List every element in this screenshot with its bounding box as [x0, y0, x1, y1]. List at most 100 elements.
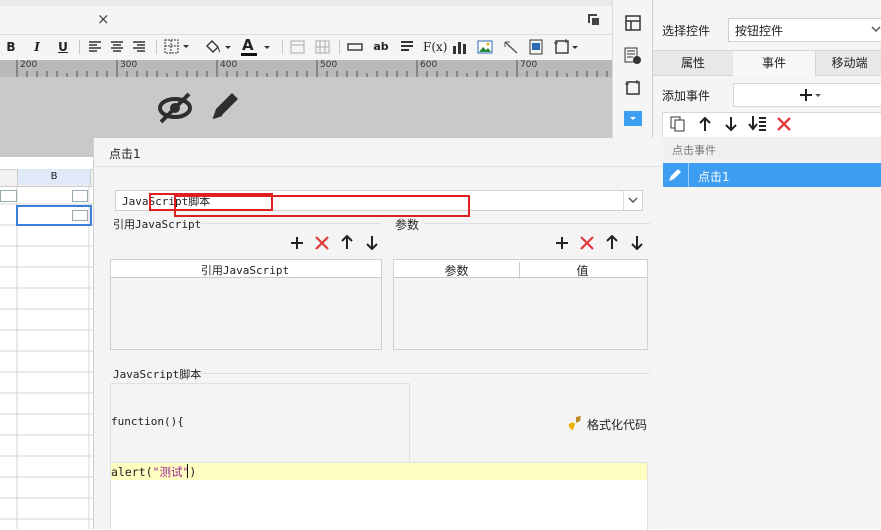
move-up-icon[interactable]: [606, 234, 618, 253]
cell-button-widget[interactable]: [72, 210, 88, 221]
move-up-icon[interactable]: [698, 116, 712, 135]
code-current-line: alert("测试"): [111, 463, 647, 480]
ruler-label: 200: [20, 60, 38, 70]
widget-icon[interactable]: [529, 39, 543, 58]
selected-cell[interactable]: [16, 205, 92, 226]
select-control-value: 按钮控件: [735, 24, 784, 38]
align-right-icon[interactable]: [132, 40, 146, 57]
delete-icon[interactable]: [315, 236, 329, 253]
align-center-icon[interactable]: [110, 40, 124, 57]
ruler-label: 600: [420, 60, 438, 70]
section-divider: [200, 373, 650, 374]
chevron-down-icon: [623, 191, 642, 210]
border-icon[interactable]: [164, 39, 192, 58]
add-event-button[interactable]: [733, 83, 881, 107]
edit-pencil-icon[interactable]: [662, 163, 689, 187]
text-field-icon[interactable]: [347, 41, 363, 56]
merge-cells-icon: [290, 40, 306, 57]
cell-button-widget[interactable]: [0, 190, 17, 202]
move-down-icon[interactable]: [366, 235, 378, 253]
hide-eye-icon[interactable]: [157, 91, 193, 128]
function-header: function(){: [111, 415, 184, 428]
plus-dropdown-icon: [799, 88, 823, 105]
add-icon[interactable]: [555, 236, 569, 253]
chevron-down-icon: [869, 23, 881, 38]
code-editor[interactable]: alert("测试"): [110, 462, 648, 530]
ruler-label: 300: [120, 60, 138, 70]
event-dialog: 点击1 JavaScript脚本 引用JavaScript 参数 引用JavaS…: [93, 138, 663, 530]
split-cells-icon: [315, 40, 331, 57]
image-icon[interactable]: [477, 40, 493, 57]
toolbar-divider: [79, 40, 80, 54]
move-down-icon[interactable]: [724, 116, 738, 135]
ref-js-table-header: 引用JavaScript: [111, 260, 381, 278]
italic-button[interactable]: I: [30, 38, 44, 56]
move-up-icon[interactable]: [341, 234, 353, 253]
ref-js-col-header: 引用JavaScript: [200, 264, 290, 277]
events-header: 点击事件: [662, 137, 881, 161]
param-col-header: 参数: [394, 262, 520, 279]
bold-button[interactable]: B: [4, 38, 18, 56]
script-header-box: function(){: [110, 383, 410, 463]
copy-icon[interactable]: [670, 116, 686, 135]
params-label: 参数: [395, 218, 420, 232]
tab-events[interactable]: 事件: [733, 51, 815, 76]
collapse-toolbar-icon[interactable]: [586, 12, 600, 29]
frame-select-icon[interactable]: [624, 79, 642, 100]
add-icon[interactable]: [290, 236, 304, 253]
ruler-label: 400: [220, 60, 238, 70]
dropdown-widget-icon[interactable]: [624, 111, 642, 126]
section-divider: [202, 223, 380, 224]
move-bottom-icon[interactable]: [748, 115, 768, 136]
tab-bar: ×: [0, 6, 612, 35]
panel-tabs: 属性 事件 移动端: [653, 50, 881, 76]
brush-icon: [568, 416, 581, 430]
dialog-title-bar: 点击1: [94, 138, 663, 167]
widget-list-icon[interactable]: [624, 47, 642, 68]
params-table: 参数 值: [393, 259, 648, 350]
event-item[interactable]: 点击1: [662, 163, 881, 187]
event-item-label: 点击1: [698, 170, 730, 184]
code-string: "测试": [152, 465, 190, 479]
highlight-box: [174, 195, 470, 217]
events-header-label: 点击事件: [672, 144, 716, 157]
toolbar-divider: [156, 40, 157, 54]
code-close: ): [189, 465, 197, 479]
spreadsheet-grid: B: [0, 157, 93, 529]
add-event-label: 添加事件: [662, 89, 711, 103]
toolbar-divider: [339, 40, 340, 54]
vertical-tool-strip: [612, 0, 653, 140]
text-area-icon[interactable]: [400, 40, 414, 57]
frame-icon[interactable]: [554, 39, 580, 58]
label-icon[interactable]: ab: [371, 38, 391, 56]
code-line: alert("测试"): [111, 464, 196, 480]
fill-color-icon[interactable]: [203, 38, 233, 59]
select-control-dropdown[interactable]: 按钮控件: [728, 18, 881, 42]
move-down-icon[interactable]: [631, 235, 643, 253]
value-col-header: 值: [576, 264, 589, 278]
text-cursor: [187, 464, 188, 478]
layout-icon[interactable]: [624, 14, 642, 35]
edit-pencil-icon[interactable]: [208, 91, 242, 126]
delete-icon[interactable]: [580, 236, 594, 253]
properties-panel: 选择控件 按钮控件 属性 事件 移动端 添加事件 点击事件 点击1: [652, 0, 881, 529]
ref-js-label: 引用JavaScript: [113, 218, 202, 231]
delete-icon[interactable]: [776, 116, 792, 135]
font-color-icon[interactable]: A: [240, 36, 274, 60]
code-call: alert(: [111, 465, 153, 479]
formula-icon[interactable]: F(x): [423, 38, 447, 56]
tab-attributes[interactable]: 属性: [653, 51, 733, 75]
close-tab-icon[interactable]: ×: [97, 10, 110, 28]
ruler-label: 700: [520, 60, 538, 70]
align-left-icon[interactable]: [88, 40, 102, 57]
select-control-label: 选择控件: [662, 24, 711, 38]
underline-button[interactable]: U: [56, 38, 70, 56]
dialog-title: 点击1: [109, 147, 141, 161]
script-label: JavaScript脚本: [113, 368, 202, 381]
cell-button-widget[interactable]: [72, 190, 88, 202]
chart-icon[interactable]: [452, 39, 468, 58]
section-divider: [424, 223, 650, 224]
event-actions-bar: [662, 112, 881, 138]
tab-mobile[interactable]: 移动端: [815, 51, 881, 75]
slash-icon[interactable]: [503, 39, 519, 58]
